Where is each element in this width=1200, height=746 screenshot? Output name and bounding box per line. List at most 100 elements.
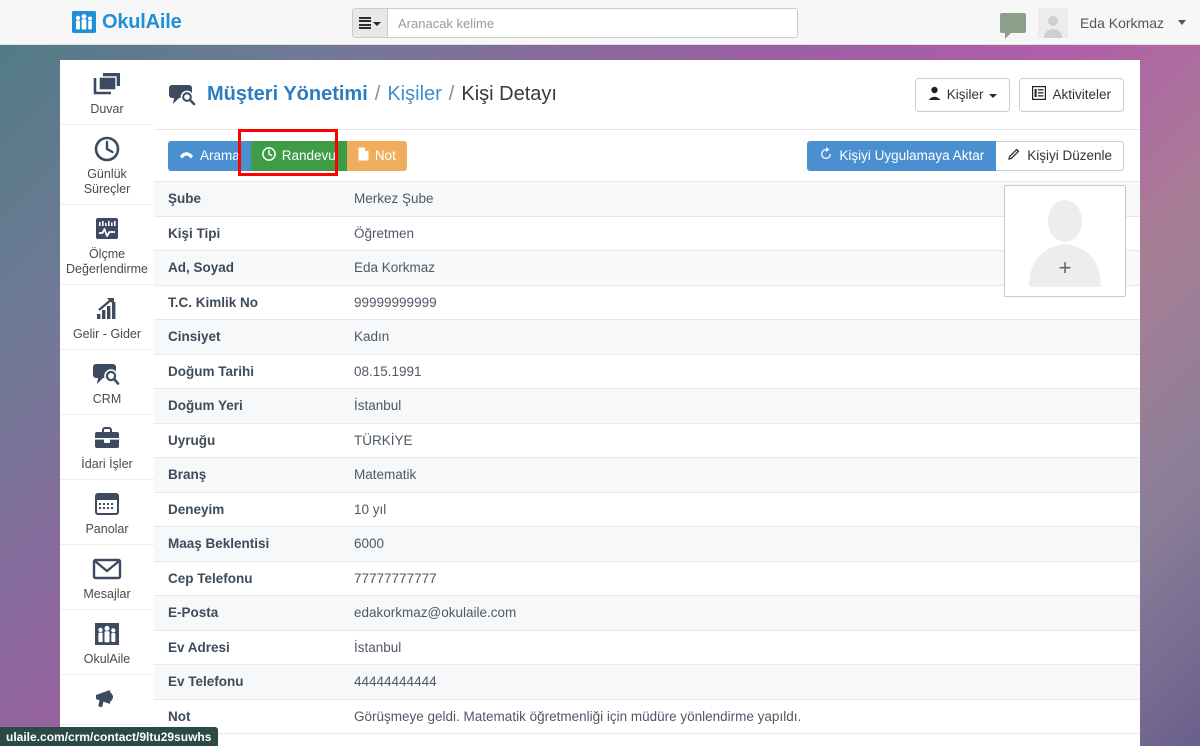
status-bar-url: ulaile.com/crm/contact/9ltu29suwhs [0, 727, 219, 746]
sidebar-label: CRM [92, 392, 122, 406]
global-search[interactable] [352, 8, 798, 38]
row-label: E-Posta [168, 605, 219, 621]
table-row: Doğum Tarihi 08.15.1991 [154, 355, 1140, 389]
action-toolbar: Arama Randevu Not Kişiyi Uygulamaya Akta… [154, 129, 1140, 182]
sidebar-item-mesajlar[interactable]: Mesajlar [60, 545, 154, 610]
photo-upload-box[interactable]: + [1004, 185, 1126, 297]
layers-icon [92, 69, 122, 99]
row-label: Ev Telefonu [168, 674, 244, 690]
table-row: T.C. Kimlik No 99999999999 [154, 286, 1140, 320]
sidebar-item-olcme-degerlendirme[interactable]: Ölçme Değerlendirme [60, 205, 154, 285]
person-icon [928, 86, 941, 103]
breadcrumb-separator: / [374, 83, 381, 105]
row-label: Kişi Tipi [168, 225, 221, 241]
family-icon [94, 619, 120, 649]
navbar-right-group: Eda Korkmaz [999, 0, 1186, 45]
sidebar-item-gelir-gider[interactable]: Gelir - Gider [60, 285, 154, 350]
table-row: Branş Matematik [154, 458, 1140, 493]
breadcrumb-separator: / [448, 83, 455, 105]
row-value: Merkez Şube [354, 191, 434, 207]
hamburger-icon [359, 16, 371, 30]
randevu-label: Randevu [281, 148, 336, 163]
row-value: 10 yıl [354, 501, 387, 517]
refresh-icon [819, 147, 833, 164]
table-row: Not Görüşmeye geldi. Matematik öğretmenl… [154, 700, 1140, 734]
kisiler-dropdown-button[interactable]: Kişiler [914, 77, 1011, 112]
not-label: Not [374, 148, 396, 163]
row-value: Kadın [354, 329, 390, 345]
table-row: Cep Telefonu 77777777777 [154, 562, 1140, 596]
sidebar-label: Günlük [87, 167, 127, 181]
kisiyi-uygulamaya-aktar-button[interactable]: Kişiyi Uygulamaya Aktar [807, 140, 997, 171]
row-value: 08.15.1991 [354, 363, 422, 379]
user-avatar-icon[interactable] [1037, 7, 1068, 38]
brand-logo-group[interactable]: OkulAile [72, 11, 182, 34]
chat-bubble-icon[interactable] [999, 12, 1026, 39]
row-value: Görüşmeye geldi. Matematik öğretmenliği … [354, 708, 802, 724]
top-navbar: OkulAile Eda Korkmaz [0, 0, 1200, 45]
table-row: E-Posta edakorkmaz@okulaile.com [154, 596, 1140, 631]
family-house-icon [72, 11, 96, 33]
sidebar-label: Panolar [85, 522, 129, 536]
row-value: 77777777777 [354, 570, 437, 586]
table-row: Cinsiyet Kadın [154, 320, 1140, 355]
breadcrumb-item-kisi-detayi: Kişi Detayı [461, 83, 557, 105]
kisiyi-duzenle-button[interactable]: Kişiyi Düzenle [996, 140, 1124, 171]
row-label: Cep Telefonu [168, 570, 253, 586]
row-label: Şube [168, 191, 202, 207]
speech-search-icon [92, 359, 122, 389]
search-input[interactable] [388, 8, 798, 38]
caret-down-icon[interactable] [1178, 20, 1186, 25]
table-row: Kişi Tipi Öğretmen [154, 217, 1140, 251]
breadcrumb-item-musteri-yonetimi[interactable]: Müşteri Yönetimi [207, 83, 368, 106]
row-label: Doğum Tarihi [168, 363, 254, 379]
sidebar-item-crm[interactable]: CRM [60, 350, 154, 415]
row-value: edakorkmaz@okulaile.com [354, 605, 517, 621]
table-row: Doğum Yeri İstanbul [154, 389, 1140, 424]
pulse-monitor-icon [93, 214, 121, 244]
arama-button[interactable]: Arama [168, 140, 251, 171]
sidebar-label: Mesajlar [83, 587, 131, 601]
sidebar-label: Gelir - Gider [72, 327, 142, 341]
sidebar-item-gunluk-surecler[interactable]: Günlük Süreçler [60, 125, 154, 205]
breadcrumb: Müşteri Yönetimi / Kişiler / Kişi Detayı [168, 82, 557, 108]
row-label: Branş [168, 467, 207, 483]
bar-chart-arrow-icon [93, 294, 121, 324]
sidebar-label: Ölçme [88, 247, 126, 261]
user-silhouette-icon: + [1015, 195, 1115, 287]
sidebar-item-panolar[interactable]: Panolar [60, 480, 154, 545]
speech-search-icon [168, 82, 198, 108]
row-label: Ev Adresi [168, 639, 230, 655]
sidebar-item-idari-isler[interactable]: İdari İşler [60, 415, 154, 480]
kisiler-button-label: Kişiler [946, 87, 984, 102]
briefcase-icon [93, 424, 121, 454]
row-value: 6000 [354, 536, 385, 552]
sidebar-label-2: Değerlendirme [66, 262, 148, 276]
breadcrumb-item-kisiler[interactable]: Kişiler [387, 83, 441, 106]
sidebar-label-2: Süreçler [83, 182, 131, 196]
megaphone-icon [92, 684, 122, 714]
row-label: Cinsiyet [168, 329, 221, 345]
row-value: İstanbul [354, 639, 402, 655]
brand-name: OkulAile [102, 10, 182, 33]
search-category-dropdown[interactable] [352, 8, 388, 38]
sidebar-item-duvar[interactable]: Duvar [60, 60, 154, 125]
randevu-button[interactable]: Randevu [250, 140, 347, 171]
row-label: Deneyim [168, 501, 225, 517]
aktar-label: Kişiyi Uygulamaya Aktar [839, 148, 985, 163]
row-label: Maaş Beklentisi [168, 536, 270, 552]
row-value: 44444444444 [354, 674, 437, 690]
aktiviteler-button[interactable]: Aktiviteler [1019, 77, 1124, 112]
row-label: T.C. Kimlik No [168, 294, 259, 310]
sidebar-item-okulaile[interactable]: OkulAile [60, 610, 154, 675]
action-right-group: Kişiyi Uygulamaya Aktar Kişiyi Düzenle [807, 140, 1124, 171]
not-button[interactable]: Not [346, 140, 407, 171]
caret-down-icon [373, 22, 381, 26]
table-row: Ad, Soyad Eda Korkmaz [154, 251, 1140, 286]
arama-label: Arama [200, 148, 240, 163]
user-name-label: Eda Korkmaz [1079, 14, 1164, 31]
clock-icon [261, 147, 276, 164]
aktiviteler-button-label: Aktiviteler [1052, 87, 1111, 102]
row-value: Eda Korkmaz [354, 260, 436, 276]
sidebar-item-duyurular[interactable] [60, 675, 154, 725]
